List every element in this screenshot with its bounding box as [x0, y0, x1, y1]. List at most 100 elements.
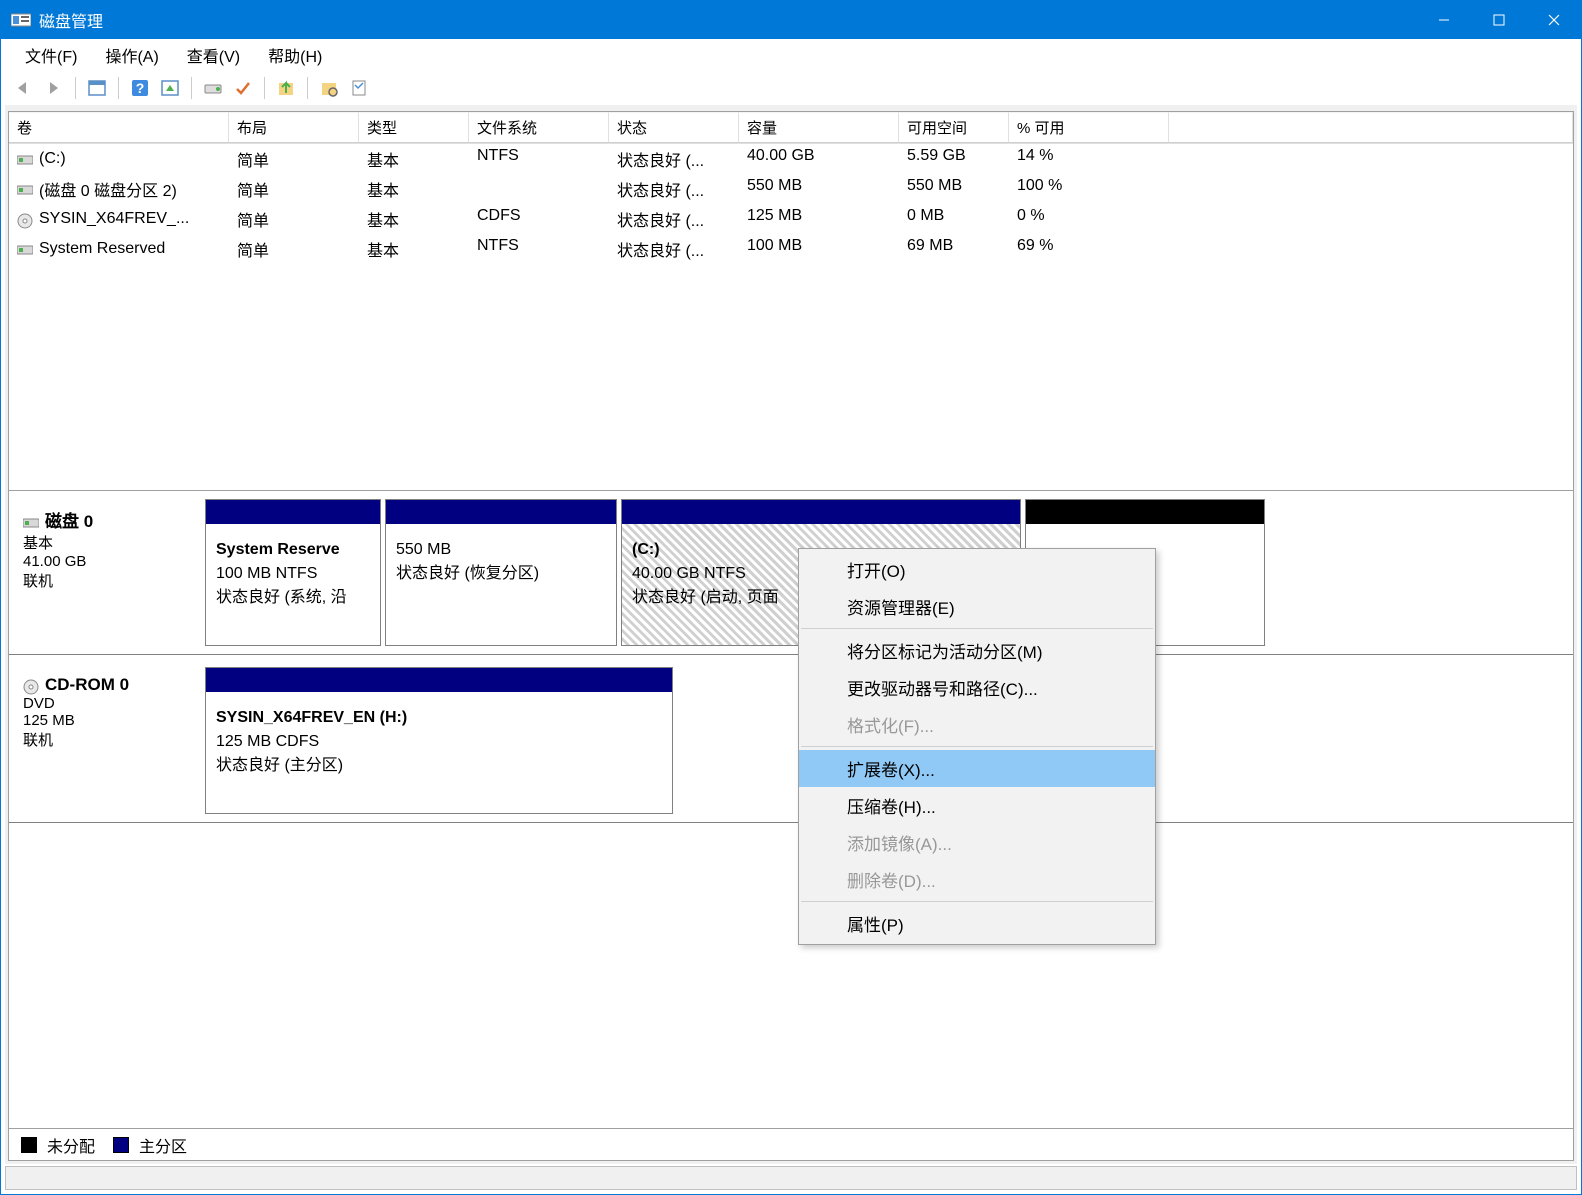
partition-name: System Reserve [216, 538, 370, 562]
volume-row[interactable]: (C:)简单基本NTFS状态良好 (...40.00 GB5.59 GB14 % [9, 144, 1573, 174]
volume-fs [469, 174, 609, 204]
partition-size: 125 MB CDFS [216, 730, 662, 754]
toolbar: ? [1, 71, 1581, 105]
legend: 未分配 主分区 [8, 1129, 1574, 1161]
volume-fs: NTFS [469, 144, 609, 174]
partition-status: 状态良好 (主分区) [216, 754, 662, 778]
back-button[interactable] [11, 75, 37, 101]
disk-status: 联机 [23, 570, 187, 591]
context-menu-item[interactable]: 将分区标记为活动分区(M) [799, 632, 1155, 669]
menu-help[interactable]: 帮助(H) [254, 39, 336, 71]
window-controls [1416, 1, 1581, 39]
toolbar-icon-3[interactable] [200, 75, 226, 101]
col-free[interactable]: 可用空间 [899, 112, 1009, 143]
help-icon[interactable]: ? [127, 75, 153, 101]
toolbar-icon-7[interactable] [346, 75, 372, 101]
partition-status: 状态良好 (恢复分区) [396, 562, 606, 586]
volume-fs: NTFS [469, 234, 609, 264]
partition[interactable]: 550 MB状态良好 (恢复分区) [385, 499, 617, 646]
menu-file[interactable]: 文件(F) [11, 39, 91, 71]
partition-header [386, 500, 616, 524]
menu-view[interactable]: 查看(V) [173, 39, 254, 71]
svg-text:?: ? [136, 80, 145, 96]
disk-label: CD-ROM 0DVD125 MB联机 [9, 663, 201, 822]
disk-row: CD-ROM 0DVD125 MB联机SYSIN_X64FREV_EN (H:)… [9, 663, 1573, 823]
menubar: 文件(F) 操作(A) 查看(V) 帮助(H) [1, 39, 1581, 71]
volume-free: 0 MB [899, 204, 1009, 234]
toolbar-icon-4[interactable] [230, 75, 256, 101]
context-menu-item[interactable]: 打开(O) [799, 551, 1155, 588]
volume-layout: 简单 [229, 234, 359, 264]
disk-graph: 磁盘 0基本41.00 GB联机System Reserve100 MB NTF… [8, 491, 1574, 1129]
partition-header [206, 668, 672, 692]
volume-status: 状态良好 (... [609, 144, 739, 174]
volume-pct: 100 % [1009, 174, 1169, 204]
volume-name: (磁盘 0 磁盘分区 2) [39, 177, 177, 201]
minimize-button[interactable] [1416, 1, 1471, 39]
context-menu-item[interactable]: 属性(P) [799, 905, 1155, 942]
partition-name: SYSIN_X64FREV_EN (H:) [216, 706, 662, 730]
volume-layout: 简单 [229, 144, 359, 174]
toolbar-icon-1[interactable] [84, 75, 110, 101]
col-fs[interactable]: 文件系统 [469, 112, 609, 143]
partition-size: 100 MB NTFS [216, 562, 370, 586]
volume-row[interactable]: (磁盘 0 磁盘分区 2)简单基本状态良好 (...550 MB550 MB10… [9, 174, 1573, 204]
context-menu-item[interactable]: 资源管理器(E) [799, 588, 1155, 625]
partition-body: SYSIN_X64FREV_EN (H:)125 MB CDFS状态良好 (主分… [206, 692, 672, 813]
close-button[interactable] [1526, 1, 1581, 39]
partition-body: 550 MB状态良好 (恢复分区) [386, 524, 616, 645]
context-menu-item: 格式化(F)... [799, 706, 1155, 743]
partition-size: 550 MB [396, 538, 606, 562]
volume-row[interactable]: SYSIN_X64FREV_...简单基本CDFS状态良好 (...125 MB… [9, 204, 1573, 234]
volume-free: 550 MB [899, 174, 1009, 204]
partition-header [622, 500, 1020, 524]
volume-pct: 69 % [1009, 234, 1169, 264]
volume-type: 基本 [359, 204, 469, 234]
disk-title: CD-ROM 0 [45, 675, 129, 695]
menu-separator [801, 628, 1153, 629]
volume-fs: CDFS [469, 204, 609, 234]
context-menu: 打开(O)资源管理器(E) 将分区标记为活动分区(M)更改驱动器号和路径(C)..… [798, 548, 1156, 945]
volume-pct: 0 % [1009, 204, 1169, 234]
col-capacity[interactable]: 容量 [739, 112, 899, 143]
col-status[interactable]: 状态 [609, 112, 739, 143]
disk-size: 125 MB [23, 712, 187, 729]
volume-status: 状态良好 (... [609, 174, 739, 204]
volume-status: 状态良好 (... [609, 204, 739, 234]
toolbar-icon-6[interactable] [316, 75, 342, 101]
col-pct[interactable]: % 可用 [1009, 112, 1169, 143]
window-title: 磁盘管理 [39, 8, 1416, 32]
disk-icon [17, 183, 33, 195]
volume-layout: 简单 [229, 174, 359, 204]
col-type[interactable]: 类型 [359, 112, 469, 143]
toolbar-icon-2[interactable] [157, 75, 183, 101]
legend-primary-label: 主分区 [139, 1133, 187, 1157]
volume-type: 基本 [359, 174, 469, 204]
context-menu-item[interactable]: 压缩卷(H)... [799, 787, 1155, 824]
context-menu-item: 删除卷(D)... [799, 861, 1155, 898]
partition[interactable]: SYSIN_X64FREV_EN (H:)125 MB CDFS状态良好 (主分… [205, 667, 673, 814]
volume-type: 基本 [359, 234, 469, 264]
content-area: 卷 布局 类型 文件系统 状态 容量 可用空间 % 可用 (C:)简单基本NTF… [5, 105, 1577, 1164]
col-layout[interactable]: 布局 [229, 112, 359, 143]
volume-list[interactable]: 卷 布局 类型 文件系统 状态 容量 可用空间 % 可用 (C:)简单基本NTF… [8, 111, 1574, 491]
menu-action[interactable]: 操作(A) [91, 39, 172, 71]
partition-body: System Reserve100 MB NTFS状态良好 (系统, 沿 [206, 524, 380, 645]
context-menu-item: 添加镜像(A)... [799, 824, 1155, 861]
volume-name: (C:) [39, 150, 66, 168]
context-menu-item[interactable]: 更改驱动器号和路径(C)... [799, 669, 1155, 706]
disk-icon [23, 514, 39, 526]
toolbar-icon-5[interactable] [273, 75, 299, 101]
partition-status: 状态良好 (系统, 沿 [216, 586, 370, 610]
volume-row[interactable]: System Reserved简单基本NTFS状态良好 (...100 MB69… [9, 234, 1573, 264]
disk-status: 联机 [23, 729, 187, 750]
app-icon [11, 12, 31, 28]
context-menu-item[interactable]: 扩展卷(X)... [799, 750, 1155, 787]
cd-icon [23, 679, 39, 691]
volume-name: System Reserved [39, 240, 165, 258]
col-volume[interactable]: 卷 [9, 112, 229, 143]
volume-free: 5.59 GB [899, 144, 1009, 174]
forward-button[interactable] [41, 75, 67, 101]
partition[interactable]: System Reserve100 MB NTFS状态良好 (系统, 沿 [205, 499, 381, 646]
maximize-button[interactable] [1471, 1, 1526, 39]
